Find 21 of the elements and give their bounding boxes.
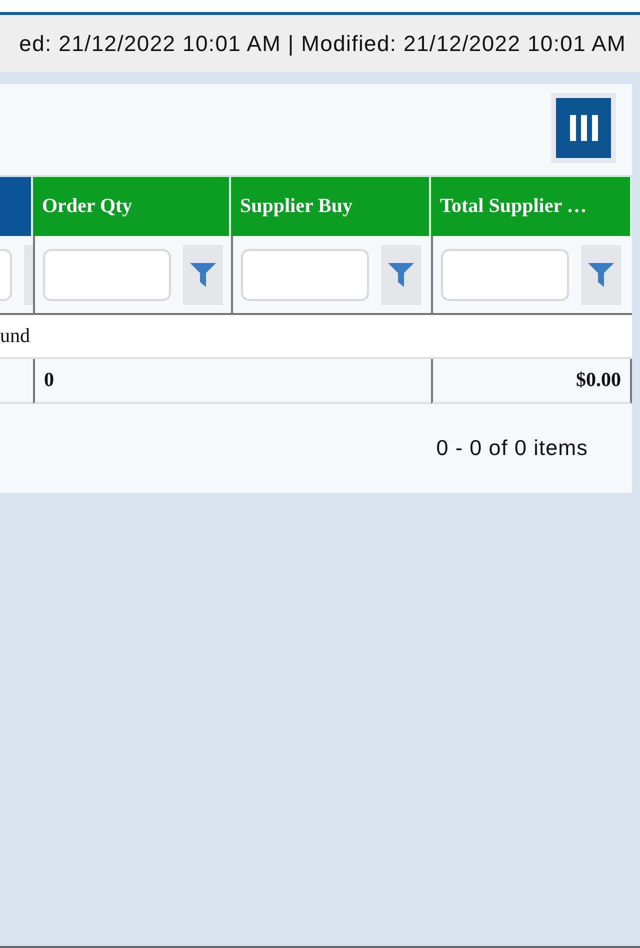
column-header[interactable]: Total Supplier … bbox=[431, 177, 632, 236]
audit-text: ed: 21/12/2022 10:01 AM | Modified: 21/12/2022 10:01 AM bbox=[19, 30, 626, 56]
filter-button[interactable] bbox=[581, 244, 621, 304]
filter-button[interactable] bbox=[381, 244, 421, 304]
filter-button[interactable] bbox=[183, 244, 223, 304]
column-chooser-button[interactable] bbox=[556, 98, 611, 158]
columns-icon bbox=[568, 113, 598, 143]
total-value: $0.00 bbox=[576, 369, 621, 392]
no-records-text: und bbox=[0, 324, 30, 348]
pager-summary: 0 - 0 of 0 items bbox=[436, 436, 588, 461]
filter-input[interactable] bbox=[441, 248, 569, 300]
column-header[interactable]: Supplier Buy bbox=[231, 177, 431, 236]
filter-input[interactable] bbox=[0, 248, 12, 300]
filter-icon bbox=[190, 262, 216, 288]
filter-icon bbox=[588, 262, 614, 288]
total-value: 0 bbox=[44, 369, 54, 392]
column-header[interactable]: Order Qty bbox=[33, 177, 231, 236]
column-header[interactable] bbox=[0, 177, 33, 236]
filter-input[interactable] bbox=[241, 248, 369, 300]
filter-input[interactable] bbox=[43, 248, 171, 300]
filter-icon bbox=[388, 262, 414, 288]
